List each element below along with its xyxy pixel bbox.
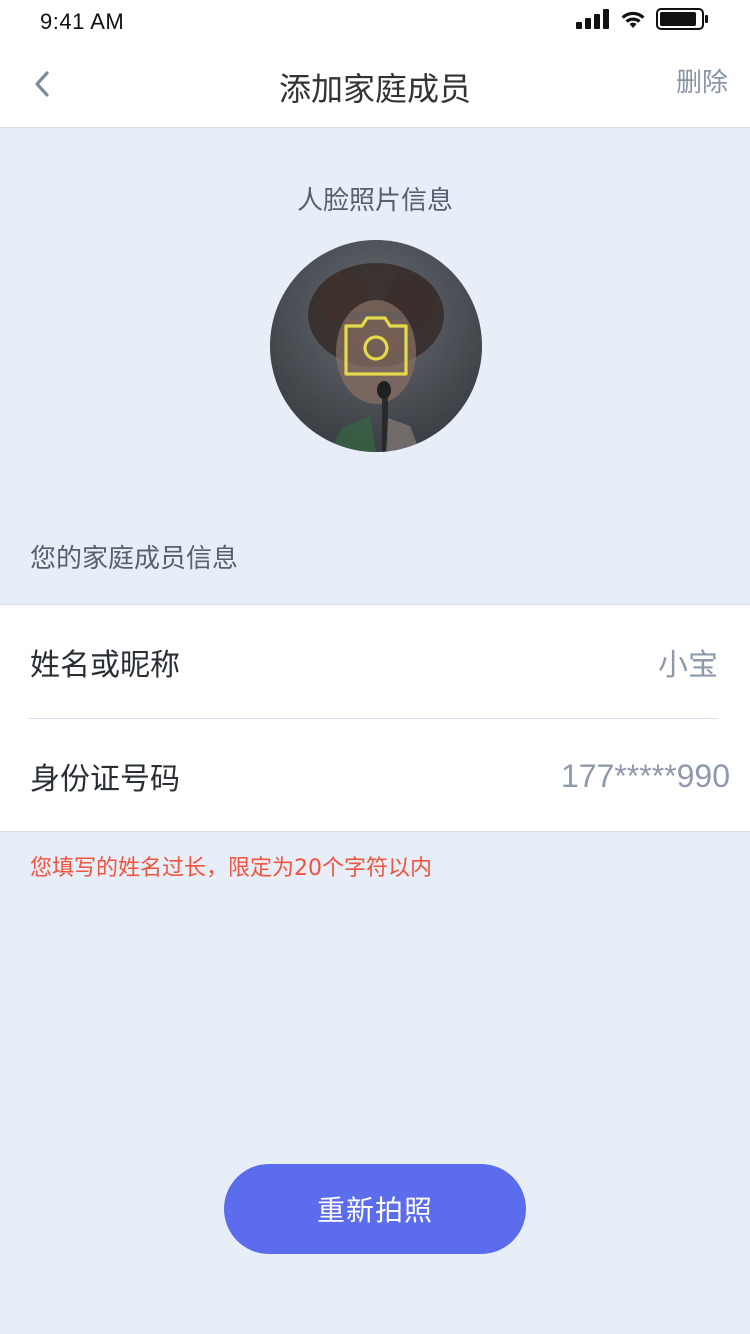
delete-button[interactable]: 删除 [676,62,728,99]
id-number-row[interactable]: 身份证号码 177*****990 [0,719,750,833]
member-info-caption: 您的家庭成员信息 [30,544,239,574]
name-error-message: 您填写的姓名过长，限定为20个字符以内 [30,856,432,881]
page-title: 添加家庭成员 [278,70,471,108]
name-row[interactable]: 姓名或昵称 小宝 [0,605,750,719]
id-number-value[interactable]: 177*****990 [561,758,730,795]
id-number-label: 身份证号码 [30,762,180,797]
member-info-form: 姓名或昵称 小宝 身份证号码 177*****990 [0,604,750,832]
wifi-icon [620,9,646,33]
retake-photo-button[interactable]: 重新拍照 [224,1164,526,1254]
cellular-signal-icon [576,9,610,33]
status-time: 9:41 AM [40,9,125,34]
face-photo-label: 人脸照片信息 [296,186,453,216]
face-photo-avatar[interactable] [270,240,482,452]
navigation-bar: 添加家庭成员 删除 [0,44,750,128]
battery-icon [656,8,710,34]
status-bar: 9:41 AM [0,0,750,44]
name-label: 姓名或昵称 [30,648,180,683]
name-value[interactable]: 小宝 [658,640,718,684]
status-indicators [576,8,710,34]
